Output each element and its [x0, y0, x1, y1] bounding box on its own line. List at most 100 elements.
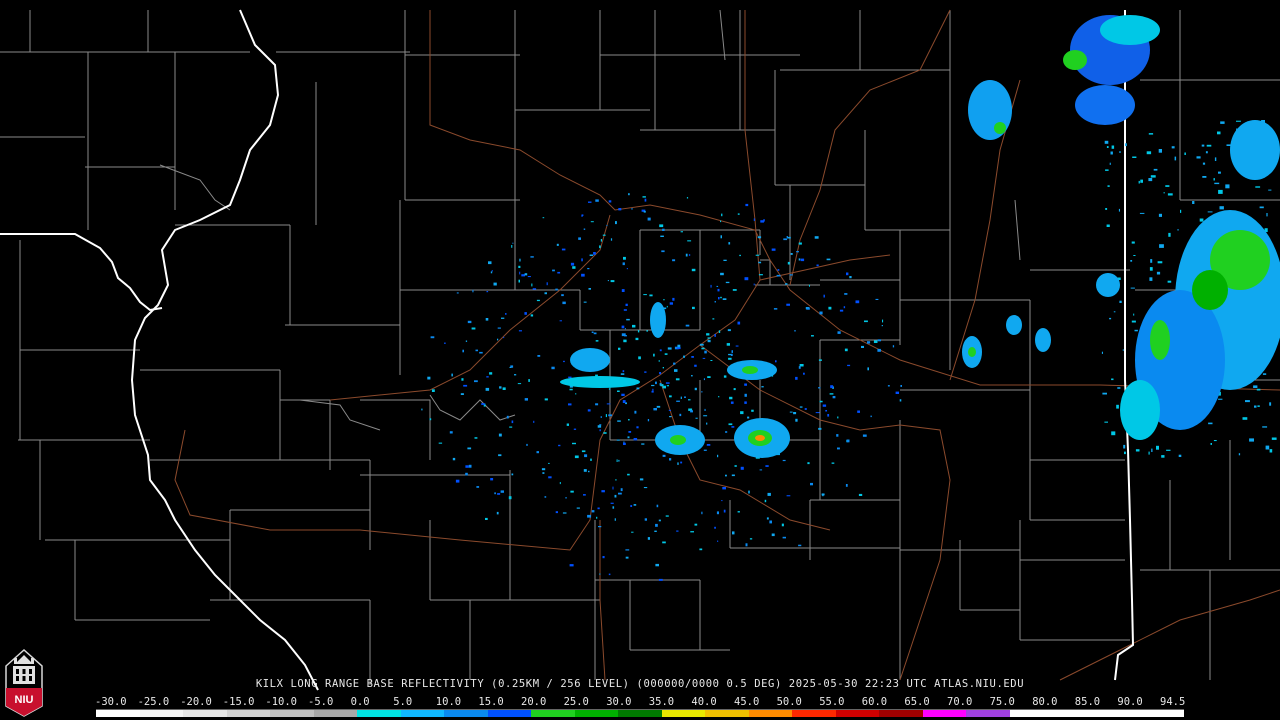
- echo-pixel: [1218, 171, 1221, 174]
- echo-pixel: [530, 314, 534, 317]
- echo-pixel: [786, 495, 791, 497]
- echo-pixel: [1158, 149, 1162, 153]
- colorbar-segment: [357, 710, 401, 717]
- echo-pixel: [551, 366, 555, 370]
- scale-label: -10.0: [265, 696, 297, 708]
- echo-pixel: [614, 494, 617, 498]
- echo-pixel: [718, 330, 721, 333]
- echo-pixel: [643, 294, 647, 296]
- echo-pixel: [626, 318, 630, 321]
- echo-pixel: [766, 517, 769, 520]
- echo-pixel: [662, 454, 666, 457]
- echo-pixel: [867, 341, 871, 344]
- echo-pixel: [666, 385, 669, 387]
- echo-pixel: [655, 381, 657, 385]
- echo-pixel: [481, 403, 485, 405]
- echo-pixel: [732, 289, 737, 291]
- echo-pixel: [819, 400, 823, 403]
- scale-label: 10.0: [435, 696, 462, 708]
- scale-label: 55.0: [819, 696, 845, 708]
- echo-pixel: [1271, 437, 1277, 440]
- echo-pixel: [656, 405, 661, 408]
- echo-pixel: [556, 243, 559, 246]
- echo-pixel: [862, 434, 867, 437]
- echo-pixel: [608, 388, 611, 390]
- echo-pixel: [524, 312, 527, 315]
- echo-pixel: [511, 473, 514, 476]
- echo-pixel: [877, 339, 881, 342]
- echo-pixel: [591, 510, 595, 513]
- echo-pixel: [1242, 417, 1248, 420]
- echo-pixel: [659, 372, 662, 375]
- echo-pixel: [1213, 178, 1215, 181]
- echo-pixel: [658, 519, 661, 522]
- echo-pixel: [1220, 121, 1225, 124]
- colorbar-segment: [835, 710, 880, 717]
- echo-pixel: [587, 514, 592, 518]
- echo-pixel: [830, 385, 834, 389]
- echo-pixel: [723, 509, 726, 513]
- echo-pixel: [647, 217, 651, 221]
- echo-pixel: [764, 499, 767, 503]
- echo-pixel: [1196, 156, 1201, 159]
- echo-pixel: [603, 432, 607, 434]
- echo-pixel: [816, 264, 819, 267]
- echo-pixel: [761, 386, 764, 388]
- echo-pixel: [634, 410, 637, 414]
- echo-pixel: [1201, 144, 1205, 147]
- echo-pixel: [799, 406, 803, 408]
- echo-pixel: [794, 330, 796, 332]
- echo-pixel: [680, 461, 683, 464]
- echo-pixel: [701, 347, 705, 350]
- echo-pixel: [737, 213, 740, 215]
- echo-pixel: [590, 458, 592, 461]
- echo-pixel: [728, 242, 731, 245]
- echo-pixel: [1265, 445, 1270, 450]
- echo-pixel: [703, 415, 708, 417]
- echo-pixel: [815, 412, 820, 414]
- echo-pixel: [1159, 244, 1164, 248]
- echo-pixel: [1210, 443, 1212, 445]
- echo-pixel: [704, 350, 707, 354]
- echo-pixel: [498, 454, 502, 457]
- echo-pixel: [1130, 287, 1135, 289]
- echo-pixel: [665, 515, 669, 517]
- echo-pixel: [1225, 184, 1230, 189]
- echo-pixel: [452, 457, 456, 461]
- echo-pixel: [887, 385, 890, 387]
- echo-pixel: [690, 410, 693, 413]
- echo-pixel: [740, 411, 744, 415]
- logo-text: NIU: [15, 694, 34, 706]
- echo-pixel: [589, 254, 594, 256]
- echo-pixel: [431, 389, 435, 392]
- echo-pixel: [818, 427, 822, 430]
- echo-pixel: [758, 274, 763, 276]
- echo-pixel: [561, 294, 564, 297]
- echo-pixel: [647, 537, 650, 540]
- scale-label: 30.0: [606, 696, 632, 708]
- echo-pixel: [511, 420, 514, 424]
- echo-pixel: [831, 462, 835, 464]
- echo-pixel: [729, 396, 733, 400]
- echo-pixel: [602, 556, 605, 559]
- echo-pixel: [1163, 192, 1165, 194]
- echo-pixel: [1218, 189, 1223, 194]
- echo-pixel: [1105, 208, 1108, 210]
- echo-pixel: [491, 270, 493, 272]
- echo-pixel: [782, 536, 786, 539]
- echo-pixel: [559, 482, 561, 485]
- echo-pixel: [744, 383, 747, 386]
- echo-pixel: [798, 366, 801, 369]
- echo-pixel: [427, 376, 431, 380]
- scale-label: 90.0: [1117, 696, 1143, 708]
- scale-label: -25.0: [137, 696, 170, 708]
- echo-pixel: [731, 426, 735, 428]
- echo-pixel: [1259, 206, 1264, 209]
- echo-pixel: [674, 369, 678, 372]
- echo-pixel: [1268, 189, 1272, 191]
- echo-pixel: [1167, 280, 1172, 283]
- echo-pixel: [702, 357, 706, 359]
- echo-pixel: [655, 523, 658, 527]
- echo-pixel: [1168, 232, 1171, 237]
- echo-pixel: [1124, 451, 1126, 455]
